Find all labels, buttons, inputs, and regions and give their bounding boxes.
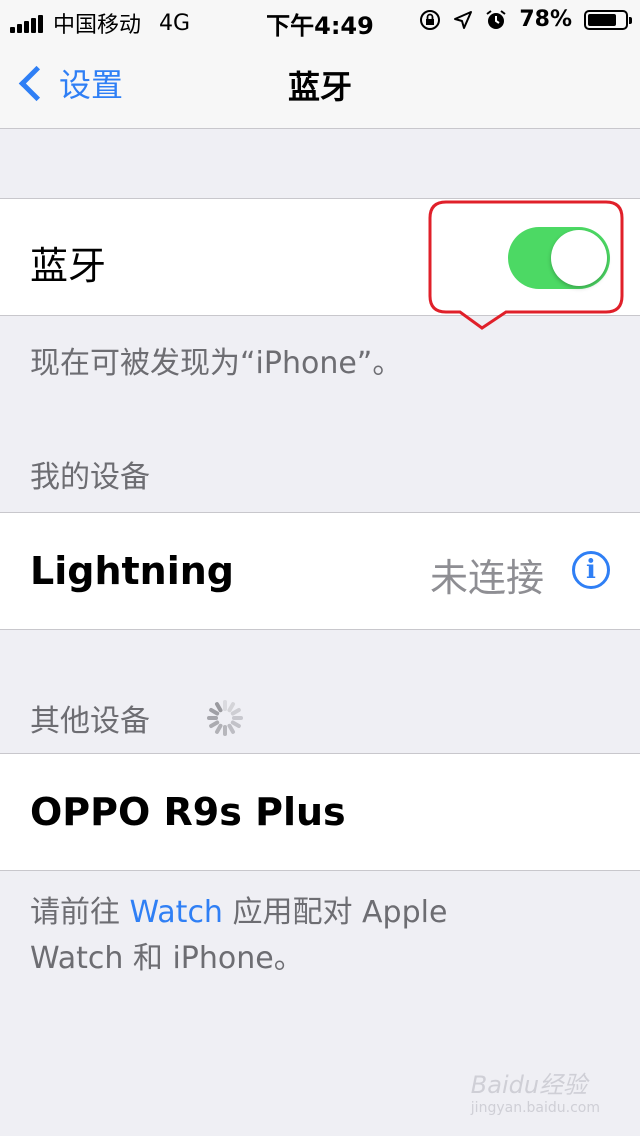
apple-watch-note: 请前往 Watch 应用配对 Apple Watch 和 iPhone。 — [30, 890, 447, 982]
spinner-spoke — [207, 716, 218, 720]
battery-icon — [584, 9, 632, 30]
connection-status: 未连接 — [429, 556, 544, 600]
my-devices-header: 我的设备 — [30, 460, 150, 495]
location-arrow-icon — [454, 10, 473, 29]
orientation-lock-icon — [420, 9, 441, 30]
status-right: 78% — [419, 7, 632, 32]
watermark-url: jingyan.baidu.com — [470, 1100, 600, 1116]
bluetooth-label: 蓝牙 — [30, 244, 107, 288]
battery-percent: 78% — [519, 7, 572, 32]
other-devices-header: 其他设备 — [30, 704, 150, 739]
nav-bar: 设置 蓝牙 — [0, 40, 640, 129]
battery-fill — [588, 13, 617, 26]
watermark-brand: Baidu经验 — [470, 1071, 588, 1099]
loading-spinner-icon — [205, 698, 245, 738]
note-suffix: 应用配对 Apple — [222, 895, 448, 930]
spinner-spoke — [232, 716, 243, 720]
device-name: OPPO R9s Plus — [30, 790, 346, 834]
page-title: 蓝牙 — [287, 68, 352, 106]
info-icon[interactable]: i — [572, 551, 610, 589]
annotation-callout — [428, 200, 624, 330]
spinner-spoke — [223, 725, 227, 736]
device-row-oppo[interactable]: OPPO R9s Plus — [0, 753, 640, 871]
alarm-icon — [486, 9, 506, 29]
watermark: Baidu经验 jingyan.baidu.com — [471, 1065, 600, 1116]
watch-app-link[interactable]: Watch — [130, 895, 223, 930]
status-bar: 中国移动 4G 下午4:49 78% — [0, 0, 640, 40]
discoverable-text: 现在可被发现为“iPhone”。 — [30, 346, 403, 381]
note-prefix: 请前往 — [30, 895, 130, 930]
device-row-lightning[interactable]: Lightning 未连接 i — [0, 512, 640, 630]
device-name: Lightning — [30, 549, 234, 593]
note-line2: Watch 和 iPhone。 — [30, 941, 304, 976]
